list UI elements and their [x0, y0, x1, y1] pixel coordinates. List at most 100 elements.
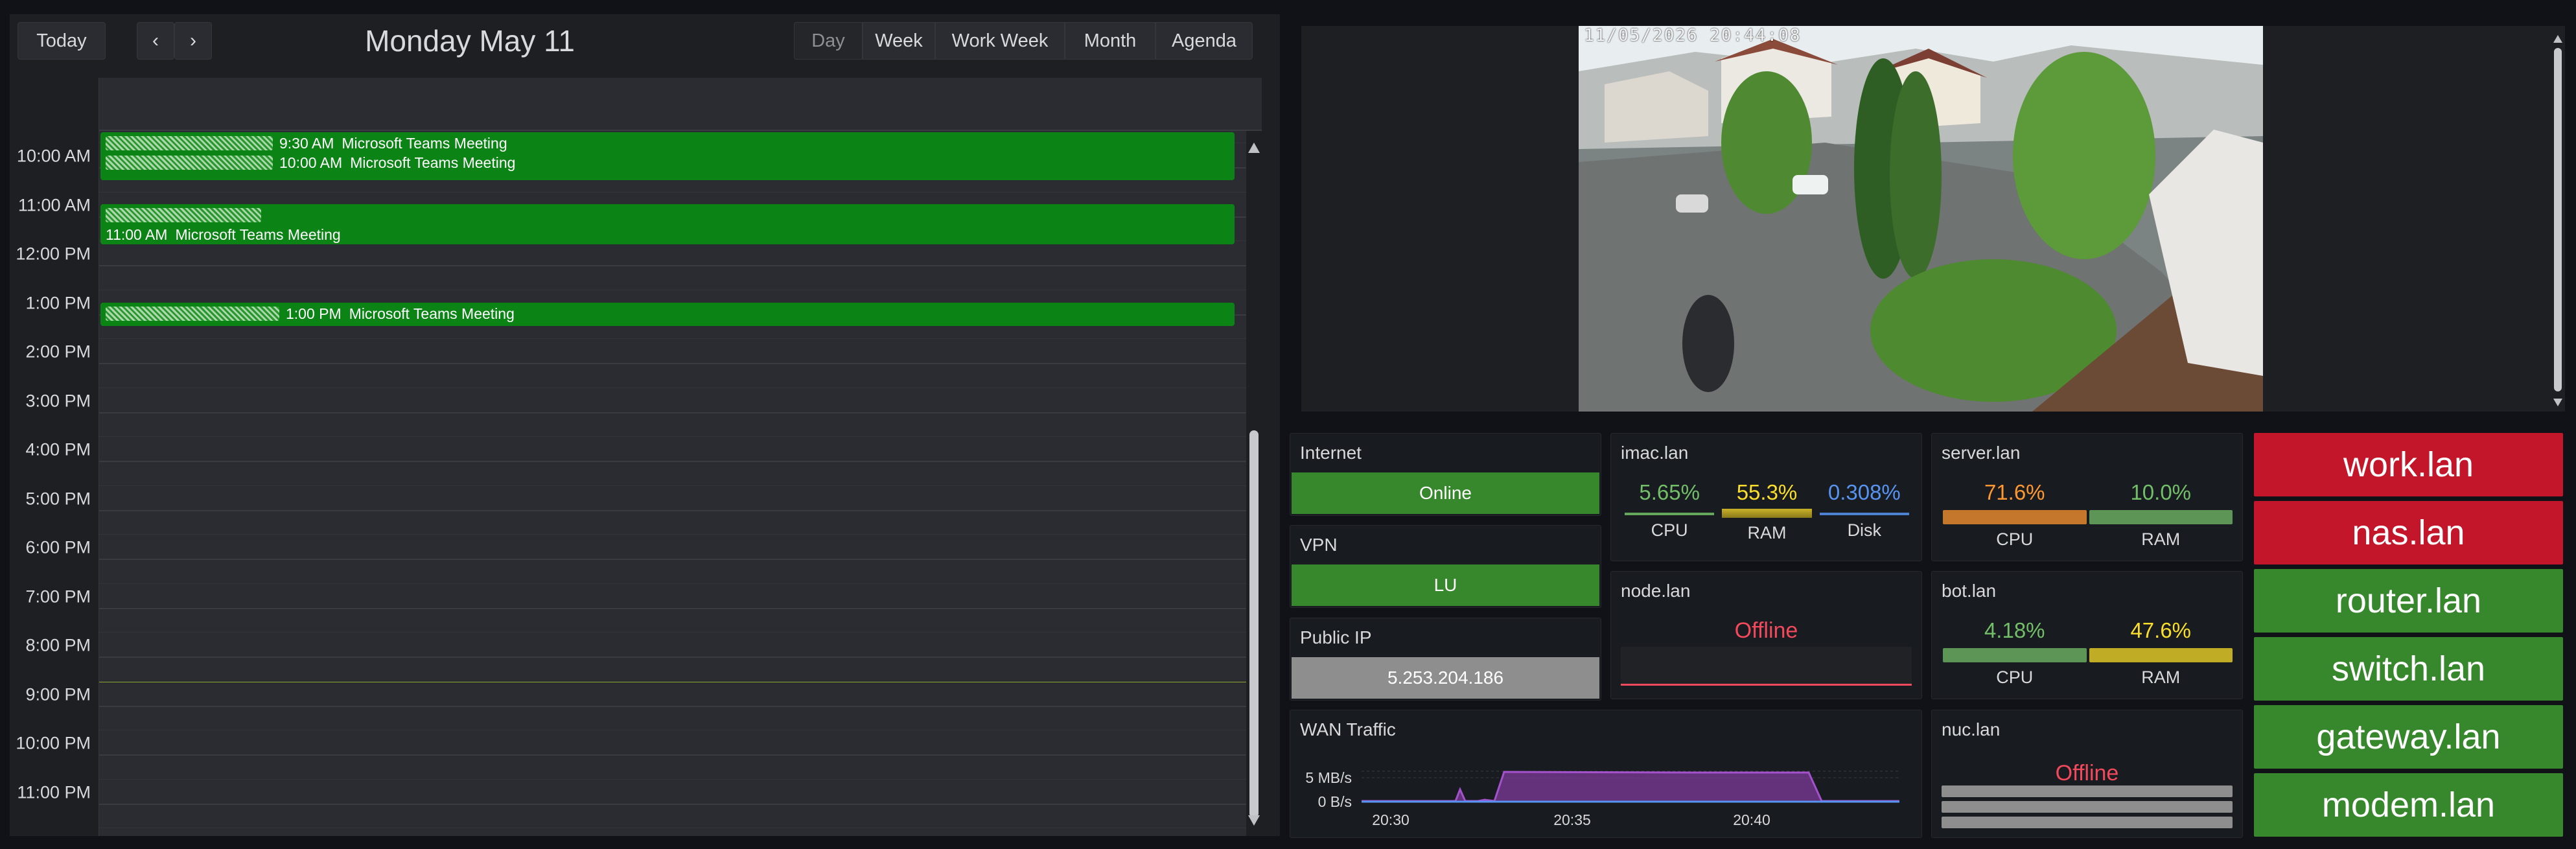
hour-gridline [99, 657, 1246, 658]
internet-status: Online [1292, 472, 1599, 514]
nuc-bar-cpu [1942, 785, 2233, 797]
bot-panel: bot.lan 4.18% CPU 47.6% RAM [1931, 571, 2243, 699]
x-tick-label: 20:30 [1372, 811, 1410, 828]
scroll-down-icon[interactable] [1248, 815, 1260, 826]
wan-traffic-panel: WAN Traffic 5 MB/s 0 B/s 20:30 20:35 20:… [1290, 710, 1922, 838]
metric-label: CPU [1996, 668, 2034, 687]
scroll-up-icon[interactable] [2553, 35, 2562, 43]
day-grid[interactable]: 10:00 AM 11:00 AM 12:00 PM 1:00 PM 2:00 PM 3:… [10, 78, 1262, 836]
view-day-button[interactable]: Day [794, 22, 863, 60]
metric-ram: 47.6% RAM [2088, 618, 2234, 688]
time-slot-label: 11:00 PM [17, 782, 91, 802]
metric-cpu: 4.18% CPU [1942, 618, 2088, 688]
calendar-event[interactable]: 11:00 AM Microsoft Teams Meeting [100, 204, 1235, 244]
half-hour-gridline [99, 778, 1246, 780]
all-day-gutter [10, 78, 99, 131]
calendar-event[interactable]: 9:30 AM Microsoft Teams Meeting 10:00 AM Mi… [100, 132, 1235, 180]
host-status-modem-lan: modem.lan [2254, 773, 2563, 837]
time-slot-label: 8:00 PM [25, 635, 91, 655]
calendar-panel: Today ‹ › Monday May 11 Day Week Work We… [10, 14, 1280, 836]
camera-scene [1579, 26, 2263, 412]
event-title: Microsoft Teams Meeting [175, 226, 341, 243]
panel-title: server.lan [1942, 443, 2021, 463]
metric-ram: 55.3% RAM [1718, 480, 1815, 543]
metric-bar [1819, 513, 1909, 515]
panel-title: VPN [1300, 535, 1338, 555]
nuc-status: Offline [2055, 761, 2119, 785]
half-hour-gridline [99, 583, 1246, 584]
view-work-week-button[interactable]: Work Week [935, 22, 1065, 60]
wan-traffic-chart: 5 MB/s 0 B/s 20:30 20:35 20:40 [1305, 769, 1899, 828]
vpn-panel: VPN LU [1290, 525, 1601, 608]
today-button[interactable]: Today [17, 22, 106, 60]
half-hour-gridline [99, 632, 1246, 633]
host-status-nas-lan: nas.lan [2254, 501, 2563, 564]
metric-bar [1625, 513, 1715, 515]
calendar-scrollbar[interactable] [1246, 131, 1262, 836]
x-tick-label: 20:35 [1553, 811, 1591, 828]
half-hour-gridline [99, 436, 1246, 437]
nuc-bar-ram [1942, 801, 2233, 813]
redacted-organizer [106, 156, 273, 170]
host-status-switch-lan: switch.lan [2254, 637, 2563, 701]
metric-bar [1943, 648, 2087, 662]
host-status-gateway-lan: gateway.lan [2254, 705, 2563, 769]
event-time: 11:00 AM [106, 226, 168, 243]
time-slot-label: 6:00 PM [25, 537, 91, 557]
all-day-cell[interactable] [99, 78, 1262, 131]
metric-label: Disk [1847, 520, 1882, 540]
hour-gridline [99, 607, 1246, 609]
calendar-date-title: Monday May 11 [365, 24, 575, 58]
y-tick-label: 5 MB/s [1305, 769, 1352, 786]
hour-gridline [99, 754, 1246, 756]
event-time: 10:00 AM [279, 154, 343, 171]
hour-gridline [99, 803, 1246, 805]
public-ip-panel: Public IP 5.253.204.186 [1290, 618, 1601, 701]
camera-timestamp: 11/05/2026 20:44:08 [1584, 26, 1802, 45]
nuc-bar-disk [1942, 817, 2233, 828]
event-title: Microsoft Teams Meeting [342, 134, 507, 152]
scrollbar-thumb[interactable] [1249, 430, 1259, 818]
nuc-panel: nuc.lan Offline [1931, 710, 2243, 838]
scroll-down-icon[interactable] [2553, 399, 2562, 406]
hour-gridline [99, 559, 1246, 560]
metric-bar [2089, 510, 2233, 524]
scrollbar-thumb[interactable] [2554, 48, 2562, 391]
view-week-button[interactable]: Week [863, 22, 935, 60]
metric-value: 5.65% [1639, 480, 1700, 504]
metric-value: 0.308% [1828, 480, 1901, 504]
redacted-organizer [106, 136, 273, 150]
time-slot-label: 11:00 AM [17, 195, 91, 215]
day-column[interactable]: 9:30 AM Microsoft Teams Meeting 10:00 AM Mi… [99, 131, 1246, 836]
event-title: Microsoft Teams Meeting [350, 154, 516, 171]
metric-bar [1722, 509, 1812, 518]
panel-title: nuc.lan [1942, 719, 2001, 739]
scroll-up-icon[interactable] [1248, 143, 1260, 153]
calendar-event[interactable]: 1:00 PM Microsoft Teams Meeting [100, 303, 1235, 326]
prev-day-button[interactable]: ‹ [137, 22, 174, 60]
public-ip-value: 5.253.204.186 [1292, 657, 1599, 699]
panel-title: Public IP [1300, 627, 1372, 647]
node-panel: node.lan Offline [1610, 571, 1922, 699]
node-sparkline [1621, 647, 1912, 686]
next-day-button[interactable]: › [174, 22, 212, 60]
metric-value: 4.18% [1984, 618, 2045, 642]
time-slot-label: 9:00 PM [25, 684, 91, 704]
view-agenda-button[interactable]: Agenda [1155, 22, 1253, 60]
panel-title: imac.lan [1621, 443, 1689, 463]
metric-label: RAM [2141, 529, 2181, 549]
metric-label: RAM [1747, 523, 1787, 542]
node-status: Offline [1734, 618, 1798, 643]
metric-ram: 10.0% RAM [2088, 480, 2234, 550]
metric-bar [2089, 648, 2233, 662]
time-slot-label: 2:00 PM [25, 342, 91, 362]
event-time: 9:30 AM [279, 134, 334, 152]
hour-gridline [99, 265, 1246, 266]
view-month-button[interactable]: Month [1065, 22, 1155, 60]
all-day-row [10, 78, 1262, 131]
time-slot-label: 1:00 PM [25, 293, 91, 312]
imac-panel: imac.lan 5.65% CPU 55.3% RAM 0.308% Disk [1610, 433, 1922, 561]
camera-scrollbar[interactable] [2551, 26, 2565, 412]
metric-value: 47.6% [2130, 618, 2192, 642]
time-slot-label: 7:00 PM [25, 587, 91, 606]
